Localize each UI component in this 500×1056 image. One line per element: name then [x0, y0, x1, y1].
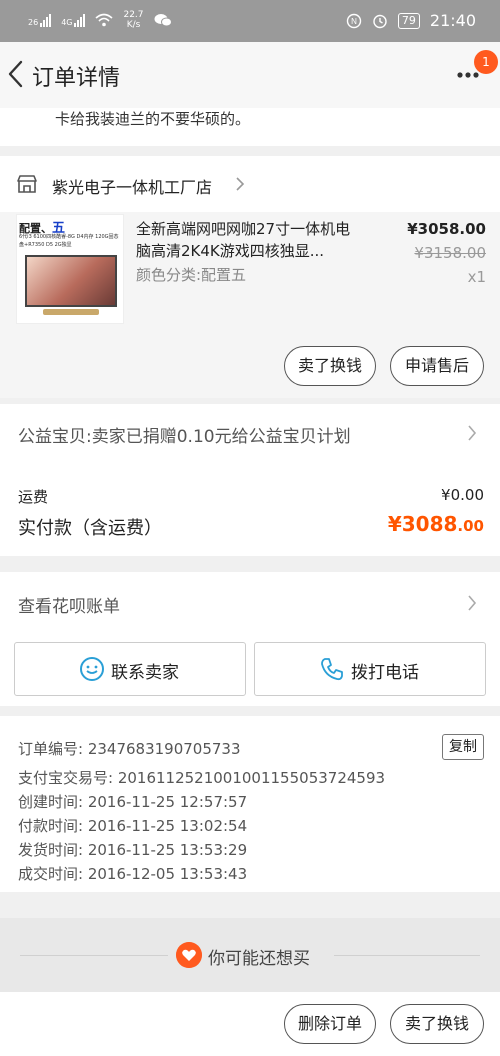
charity-row[interactable]: 公益宝贝:卖家已捐赠0.10元给公益宝贝计划 [0, 404, 500, 462]
order-info: 订单编号: 2347683190705733 复制 支付宝交易号: 201611… [0, 716, 500, 892]
wifi-icon [95, 13, 114, 27]
recommendations-divider: 你可能还想买 [0, 918, 500, 992]
net-speed: 22.7 K/s [123, 10, 143, 30]
copy-button[interactable]: 复制 [442, 734, 484, 760]
sell-for-cash-button[interactable]: 卖了换钱 [284, 346, 376, 386]
smile-chat-icon [80, 657, 104, 681]
huabei-bill-text: 查看花呗账单 [18, 597, 120, 617]
alipay-transaction-number: 支付宝交易号: 2016112521001001155053724593 [18, 769, 386, 787]
apply-aftersale-button[interactable]: 申请售后 [390, 346, 484, 386]
nfc-icon: N [346, 13, 362, 28]
paid-amount-value: ¥3088.00 [388, 512, 484, 536]
shipping-label: 运费 [18, 488, 49, 506]
paid-currency: ¥ [387, 512, 402, 536]
sell-for-cash-bottom-button[interactable]: 卖了换钱 [390, 1004, 484, 1044]
divider-line-left [20, 955, 168, 956]
heart-icon [176, 942, 202, 968]
thumb-specs: 6代i3 6100四核酷睿-8G D4内存 120G固态盘+R7350 D5 2… [19, 234, 119, 248]
status-left: 26 4G 22.7 K/s [28, 10, 172, 30]
huabei-bill-row[interactable]: 查看花呗账单 [0, 572, 500, 634]
battery-level: 79 [397, 12, 420, 29]
phone-icon [321, 658, 343, 681]
created-time: 创建时间: 2016-11-25 12:57:57 [18, 793, 248, 811]
paid-int: 3088 [401, 512, 458, 536]
product-sku: 颜色分类:配置五 [136, 266, 247, 284]
signal-icon [40, 13, 52, 27]
alarm-icon [373, 14, 387, 28]
shop-card: 紫光电子一体机工厂店 配置、五 6代i3 6100四核酷睿-8G D4内存 12… [0, 156, 500, 398]
product-quantity: x1 [467, 268, 486, 286]
payment-summary: 运费 ¥0.00 实付款（含运费） ¥3088.00 [0, 462, 500, 556]
signal-icon-2 [74, 13, 86, 27]
status-time: 21:40 [429, 11, 476, 30]
net-speed-value: 22.7 [123, 10, 144, 20]
chevron-right-icon [468, 595, 477, 611]
back-arrow-icon[interactable] [6, 58, 26, 90]
buyer-note: 卡给我装迪兰的不要华硕的。 [0, 108, 500, 146]
divider-line-right [334, 955, 480, 956]
chat-icon [154, 14, 172, 27]
paid-time: 付款时间: 2016-11-25 13:02:54 [18, 817, 248, 835]
monitor-stand-image [43, 309, 99, 315]
buyer-note-text: 卡给我装迪兰的不要华硕的。 [55, 110, 251, 128]
delete-order-button[interactable]: 删除订单 [284, 1004, 376, 1044]
order-number: 订单编号: 2347683190705733 [18, 740, 241, 758]
network-type-2: 4G [61, 18, 73, 27]
monitor-screen-image [25, 255, 117, 307]
chevron-right-icon [468, 425, 477, 441]
call-phone-button[interactable]: 拨打电话 [254, 642, 486, 696]
net-speed-unit: K/s [126, 20, 141, 30]
bottom-action-bar: 删除订单 卖了换钱 [0, 992, 500, 1056]
contact-actions: 联系卖家 拨打电话 [0, 634, 500, 706]
may-like-title: 你可能还想买 [208, 949, 310, 969]
page-title: 订单详情 [32, 66, 121, 91]
product-price: ¥3058.00 [407, 220, 486, 238]
order-item[interactable]: 配置、五 6代i3 6100四核酷睿-8G D4内存 120G固态盘+R7350… [0, 212, 500, 398]
nav-bar: 订单详情 1 [0, 42, 500, 108]
status-right: N 79 21:40 [346, 11, 476, 30]
product-original-price: ¥3158.00 [414, 244, 486, 262]
product-thumbnail[interactable]: 配置、五 6代i3 6100四核酷睿-8G D4内存 120G固态盘+R7350… [16, 214, 124, 324]
contact-seller-button[interactable]: 联系卖家 [14, 642, 246, 696]
product-title[interactable]: 全新高端网吧网咖27寸一体机电脑高清2K4K游戏四核独显... [136, 218, 362, 262]
shop-name[interactable]: 紫光电子一体机工厂店 [52, 174, 212, 198]
shipping-value: ¥0.00 [441, 486, 484, 504]
chevron-right-icon [236, 177, 245, 191]
contact-seller-label: 联系卖家 [111, 663, 179, 683]
call-phone-label: 拨打电话 [351, 663, 419, 683]
shop-header[interactable]: 紫光电子一体机工厂店 [0, 156, 500, 212]
notification-badge: 1 [474, 50, 498, 74]
svg-text:N: N [351, 17, 357, 26]
paid-amount-label: 实付款（含运费） [18, 518, 162, 539]
shop-icon [17, 175, 37, 193]
completed-time: 成交时间: 2016-12-05 13:53:43 [18, 865, 248, 883]
shipped-time: 发货时间: 2016-11-25 13:53:29 [18, 841, 248, 859]
paid-decimal: .00 [457, 517, 484, 535]
network-type-1: 26 [28, 18, 39, 27]
charity-text: 公益宝贝:卖家已捐赠0.10元给公益宝贝计划 [18, 427, 351, 447]
status-bar: 26 4G 22.7 K/s N 79 21:40 [0, 0, 500, 42]
more-dots-icon[interactable] [456, 70, 480, 80]
